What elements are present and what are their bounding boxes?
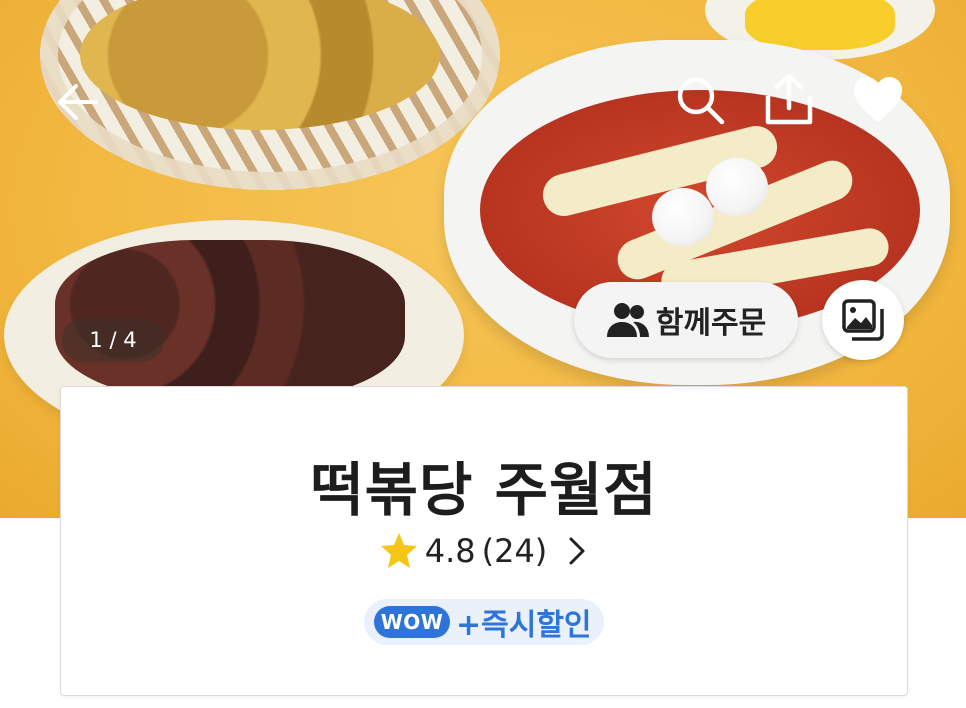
share-button[interactable]: [762, 72, 816, 126]
people-icon: [606, 303, 649, 337]
rating-value: 4.8: [424, 532, 476, 570]
instant-discount-label: +즉시할인: [456, 608, 592, 643]
search-icon: [677, 77, 725, 125]
store-info-card: 떡볶당 주월점 4.8 (24) WOW +즉시할인: [60, 386, 908, 696]
quail-egg: [706, 158, 768, 216]
photo-gallery-icon: [842, 299, 884, 341]
star-icon: [380, 533, 417, 568]
wow-label: WOW: [374, 606, 450, 638]
gallery-button[interactable]: [822, 280, 904, 360]
review-count: (24): [481, 532, 548, 570]
quail-egg: [652, 188, 714, 246]
favorite-button[interactable]: [852, 76, 904, 124]
wow-discount-badge: WOW +즉시할인: [364, 599, 604, 645]
rating-link[interactable]: 4.8 (24): [61, 531, 907, 571]
chevron-right-icon: [569, 537, 585, 565]
group-order-label: 함께주문: [655, 306, 767, 341]
back-button[interactable]: [56, 80, 100, 124]
search-button[interactable]: [674, 74, 726, 126]
group-order-button[interactable]: 함께주문: [574, 282, 798, 358]
share-icon: [765, 73, 813, 125]
image-counter: 1 / 4: [62, 318, 164, 362]
arrow-left-icon: [58, 84, 98, 120]
store-name: 떡볶당 주월점: [310, 456, 658, 524]
heart-icon: [854, 77, 902, 122]
